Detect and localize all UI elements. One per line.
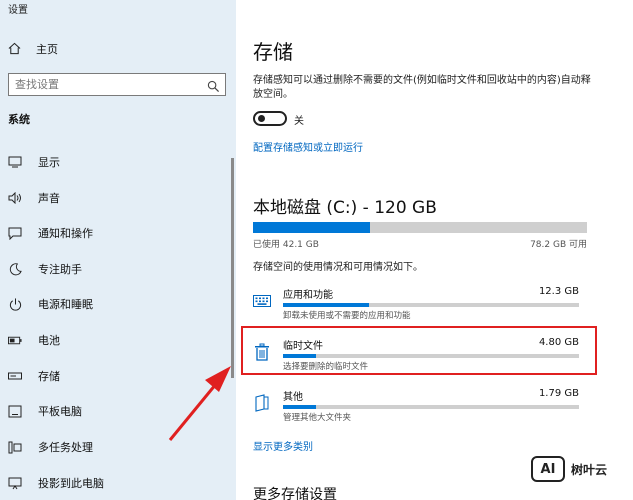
folder-icon xyxy=(253,394,271,412)
sidebar-item-tablet[interactable]: 平板电脑 xyxy=(0,396,232,426)
usage-description: 存储空间的使用情况和可用情况如下。 xyxy=(253,262,423,273)
sidebar-item-label: 电源和睡眠 xyxy=(38,298,93,311)
speaker-icon xyxy=(8,191,22,205)
toggle-state-label: 关 xyxy=(294,116,304,127)
toggle-knob xyxy=(258,115,265,122)
category-name: 其他 xyxy=(283,392,303,403)
more-storage-settings-title: 更多存储设置 xyxy=(253,487,337,500)
section-title: 系统 xyxy=(8,113,30,126)
sidebar-item-power-sleep[interactable]: 电源和睡眠 xyxy=(0,289,232,319)
sidebar-item-display[interactable]: 显示 xyxy=(0,147,232,177)
page-title: 存储 xyxy=(253,40,293,64)
category-size: 1.79 GB xyxy=(538,388,579,399)
category-apps-features[interactable]: 应用和功能 12.3 GB 卸载未使用或不需要的应用和功能 xyxy=(253,286,583,326)
watermark-logo: AI xyxy=(531,456,565,482)
category-usage-fill xyxy=(283,303,369,307)
disk-usage-bar xyxy=(253,222,587,233)
storage-sense-toggle[interactable] xyxy=(253,111,287,126)
sidebar-item-multitasking[interactable]: 多任务处理 xyxy=(0,432,232,462)
search-box[interactable] xyxy=(8,73,226,96)
storage-icon xyxy=(8,369,22,383)
category-size: 12.3 GB xyxy=(538,286,579,297)
power-icon xyxy=(8,297,22,311)
sidebar-item-label: 多任务处理 xyxy=(38,441,93,454)
sidebar-item-label: 通知和操作 xyxy=(38,227,93,240)
sidebar-item-focus-assist[interactable]: 专注助手 xyxy=(0,254,232,284)
sidebar-item-home[interactable]: 主页 xyxy=(8,40,58,58)
sidebar-item-label: 平板电脑 xyxy=(38,405,82,418)
category-usage-fill xyxy=(283,405,316,409)
search-input[interactable] xyxy=(9,74,203,95)
storage-sense-description: 存储感知可以通过删除不需要的文件(例如临时文件和回收站中的内容)自动释放空间。 xyxy=(253,75,591,100)
battery-icon xyxy=(8,333,22,347)
category-usage-bar xyxy=(283,405,579,409)
notification-icon xyxy=(8,226,22,240)
sidebar: 设置 主页 系统 显示 声音 通知和操作 专注助手 xyxy=(0,0,236,500)
sidebar-item-battery[interactable]: 电池 xyxy=(0,325,232,355)
sidebar-item-label: 专注助手 xyxy=(38,263,82,276)
sidebar-item-label: 存储 xyxy=(38,370,60,383)
sidebar-item-sound[interactable]: 声音 xyxy=(0,183,232,213)
highlight-box xyxy=(241,326,597,375)
tablet-icon xyxy=(8,404,22,418)
watermark-text: 树叶云 xyxy=(571,462,608,477)
sidebar-item-label: 投影到此电脑 xyxy=(38,477,104,490)
disk-usage-fill xyxy=(253,222,371,233)
category-name: 应用和功能 xyxy=(283,290,333,301)
category-other[interactable]: 其他 1.79 GB 管理其他大文件夹 xyxy=(253,388,583,428)
show-more-categories-link[interactable]: 显示更多类别 xyxy=(253,438,313,453)
sidebar-item-label: 声音 xyxy=(38,192,60,205)
configure-storage-sense-link[interactable]: 配置存储感知或立即运行 xyxy=(253,139,363,154)
category-usage-bar xyxy=(283,303,579,307)
category-description: 管理其他大文件夹 xyxy=(283,413,352,423)
search-icon[interactable] xyxy=(207,78,220,97)
sidebar-item-notifications[interactable]: 通知和操作 xyxy=(0,218,232,248)
monitor-icon xyxy=(8,155,22,169)
moon-icon xyxy=(8,262,22,276)
home-icon xyxy=(8,40,21,59)
sidebar-scrollbar[interactable] xyxy=(231,158,234,378)
sidebar-item-project-to-pc[interactable]: 投影到此电脑 xyxy=(0,468,232,498)
disk-title: 本地磁盘 (C:) - 120 GB xyxy=(253,198,437,218)
sidebar-item-label: 主页 xyxy=(36,43,58,56)
watermark: AI 树叶云 xyxy=(531,455,607,483)
disk-used-label: 已使用 42.1 GB xyxy=(253,240,319,250)
disk-free-label: 78.2 GB 可用 xyxy=(530,240,587,250)
sidebar-item-label: 电池 xyxy=(38,334,60,347)
category-description: 卸载未使用或不需要的应用和功能 xyxy=(283,311,411,321)
keyboard-icon xyxy=(253,292,271,310)
window-title: 设置 xyxy=(8,5,28,16)
sidebar-item-label: 显示 xyxy=(38,156,60,169)
main-content: 存储 存储感知可以通过删除不需要的文件(例如临时文件和回收站中的内容)自动释放空… xyxy=(236,0,633,500)
multitask-icon xyxy=(8,440,22,454)
project-icon xyxy=(8,476,22,490)
sidebar-item-storage[interactable]: 存储 xyxy=(0,361,232,391)
